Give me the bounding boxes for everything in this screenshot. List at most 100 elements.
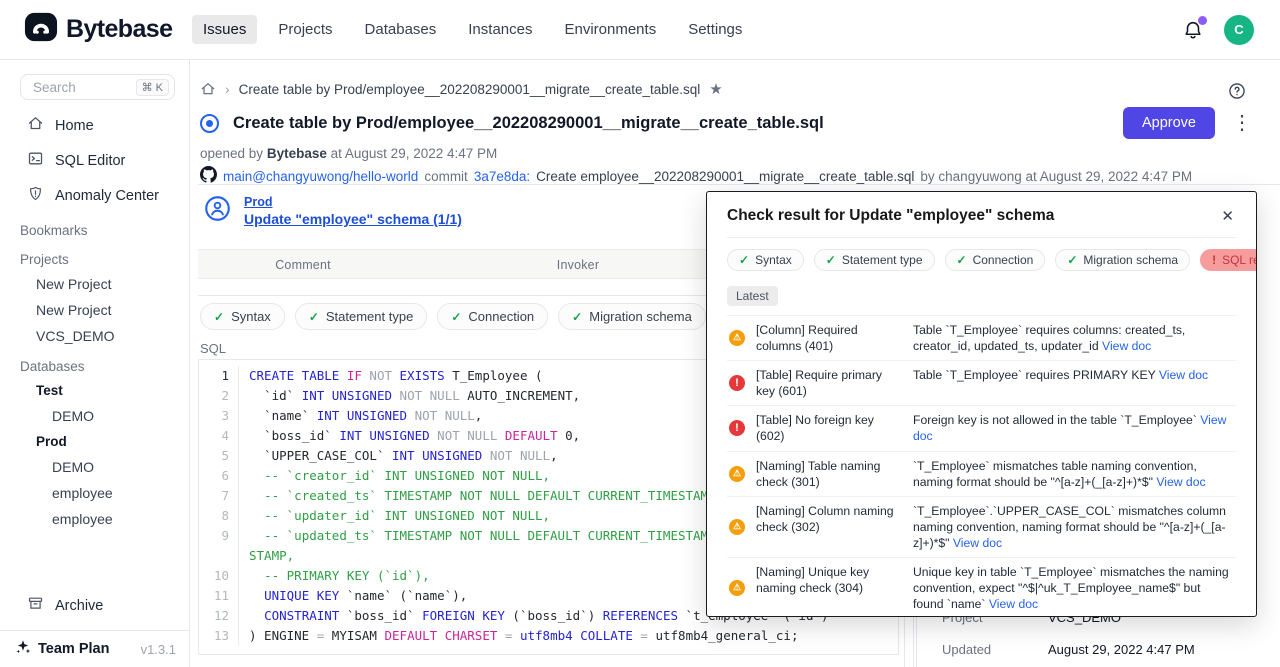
rule-label: [Table] Require primary key (601) [756,367,902,399]
divider [727,237,1236,238]
rule-label: [Naming] Column naming check (302) [756,503,902,551]
check-pill-migration-schema[interactable]: ✓Migration schema [558,303,706,330]
view-doc-link[interactable]: View doc [989,597,1038,611]
sidebar-item-label: Home [55,118,94,134]
sidebar-item-vcs_demo[interactable]: VCS_DEMO [0,323,189,349]
line-number: 10 [199,566,239,586]
check-pill-connection[interactable]: ✓Connection [437,303,548,330]
approve-button[interactable]: Approve [1123,107,1215,139]
github-icon [200,166,217,186]
sql-line: 13) ENGINE = MYISAM DEFAULT CHARSET = ut… [199,626,898,646]
rule-detail: `T_Employee`.`UPPER_CASE_COL` mismatches… [913,503,1234,551]
pill-label: Migration schema [1083,253,1178,267]
nav-item-settings[interactable]: Settings [677,15,753,44]
line-number: 4 [199,426,239,446]
stage-row: Prod Update "employee" schema (1/1) [204,195,462,227]
bytebase-logo-icon [24,10,58,49]
nav-item-issues[interactable]: Issues [192,15,257,44]
check-result-row: ⚠[Naming] Unique key naming check (304)U… [727,557,1236,617]
sidebar-item-anomaly-center[interactable]: Anomaly Center [0,178,189,213]
notifications-bell-icon[interactable] [1182,18,1204,42]
commit-branch-link[interactable]: main@changyuwong/hello-world [223,169,418,184]
line-number: 1 [199,366,239,386]
check-result-row: ⚠[Column] Required columns (401)Table `T… [727,315,1236,360]
check-result-row: ⚠[Naming] Column naming check (302)`T_Em… [727,496,1236,557]
commit-message: Create employee__202208290001__migrate__… [536,169,914,184]
stage-task-link[interactable]: Update "employee" schema (1/1) [244,211,462,227]
check-pill-statement-type[interactable]: ✓Statement type [814,249,935,271]
nav-item-projects[interactable]: Projects [267,15,343,44]
sidebar-item-employee[interactable]: employee [0,506,189,532]
line-number: 3 [199,406,239,426]
close-icon[interactable]: ✕ [1219,205,1236,227]
plan-label[interactable]: Team Plan [38,641,109,657]
check-pill-syntax[interactable]: ✓ Syntax [200,303,285,330]
breadcrumb-home-icon[interactable] [200,81,216,97]
stage-assignee-icon [204,195,231,222]
sidebar-item-test[interactable]: Test [0,378,189,403]
line-number: 11 [199,586,239,606]
commit-sha-link[interactable]: 3a7e8da: [474,169,530,184]
error-icon: ! [729,375,745,391]
divider [198,184,1280,185]
pill-label: Migration schema [589,309,692,324]
nav-item-instances[interactable]: Instances [457,15,543,44]
left-sidebar: ⌘ K HomeSQL EditorAnomaly Center Bookmar… [0,60,190,667]
view-doc-link[interactable]: View doc [913,413,1226,443]
stage-env-link[interactable]: Prod [244,195,462,209]
sidebar-item-prod[interactable]: Prod [0,429,189,454]
rule-label: [Naming] Unique key naming check (304) [756,564,902,612]
sidebar-item-sql-editor[interactable]: SQL Editor [0,143,189,178]
line-number: 9 [199,526,239,566]
bytebase-logo[interactable]: Bytebase [24,10,192,49]
more-actions-icon[interactable]: ⋮ [1232,113,1252,133]
sidebar-item-new-project[interactable]: New Project [0,297,189,323]
line-number: 5 [199,446,239,466]
user-avatar[interactable]: C [1224,15,1254,45]
fail-icon: ! [1212,253,1216,267]
sidebar-item-employee[interactable]: employee [0,480,189,506]
breadcrumb-issue-link[interactable]: Create table by Prod/employee__202208290… [239,82,701,97]
sidebar-item-home[interactable]: Home [0,108,189,143]
sidebar-item-demo[interactable]: DEMO [0,403,189,429]
archive-label: Archive [55,598,103,614]
view-doc-link[interactable]: View doc [1156,475,1205,489]
search-input[interactable] [31,79,123,96]
issue-creator: Bytebase [267,146,327,161]
sidebar-item-label: SQL Editor [55,153,125,169]
check-pill-connection[interactable]: ✓Connection [945,249,1046,271]
view-doc-link[interactable]: View doc [1102,339,1151,353]
check-pill-sql-review[interactable]: !SQL review [1200,249,1257,271]
check-pill-syntax[interactable]: ✓Syntax [727,249,804,271]
issue-opened-line: opened by Bytebase at August 29, 2022 4:… [200,146,497,161]
check-result-list: ⚠[Column] Required columns (401)Table `T… [727,315,1236,617]
check-result-modal: Check result for Update "employee" schem… [706,191,1257,617]
sql-section-label: SQL [200,341,226,356]
line-number: 12 [199,606,239,626]
nav-item-databases[interactable]: Databases [354,15,448,44]
nav-item-environments[interactable]: Environments [553,15,667,44]
modal-title: Check result for Update "employee" schem… [727,207,1054,225]
view-doc-link[interactable]: View doc [1159,368,1208,382]
search-shortcut: ⌘ K [136,79,169,96]
view-doc-link[interactable]: View doc [953,536,1002,550]
check-pill-migration-schema[interactable]: ✓Migration schema [1055,249,1190,271]
sql-icon [27,150,44,171]
search-box[interactable]: ⌘ K [20,74,175,100]
check-pill-statement-type[interactable]: ✓Statement type [295,303,428,330]
check-icon: ✓ [214,310,224,324]
rule-label: [Table] No foreign key (602) [756,412,902,444]
sidebar-item-archive[interactable]: Archive [0,588,189,623]
sidebar-section-databases: Databases [0,349,189,378]
bookmark-star-icon[interactable]: ★ [709,80,722,98]
sidebar-item-new-project[interactable]: New Project [0,271,189,297]
column-header-invoker: Invoker [557,258,599,272]
pill-label: Syntax [231,309,271,324]
pill-label: Syntax [755,253,792,267]
help-icon[interactable] [1227,81,1247,106]
warning-icon: ⚠ [729,580,745,596]
error-icon: ! [729,420,745,436]
rule-detail: Foreign key is not allowed in the table … [913,412,1234,444]
sidebar-item-demo[interactable]: DEMO [0,454,189,480]
meta-value-updated: August 29, 2022 4:47 PM [1048,642,1195,657]
